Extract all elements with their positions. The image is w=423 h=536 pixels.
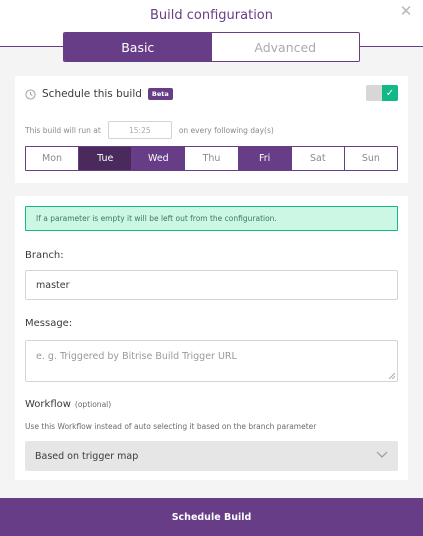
beta-badge: Beta [147, 88, 173, 100]
schedule-build-button[interactable]: Schedule Build [0, 498, 423, 536]
message-placeholder: e. g. Triggered by Bitrise Build Trigger… [36, 351, 237, 362]
workflow-hint: Use this Workflow instead of auto select… [25, 422, 317, 431]
workflow-selected-value: Based on trigger map [35, 450, 139, 462]
workflow-label-row: Workflow (optional) [25, 399, 111, 410]
run-suffix: on every following day(s) [178, 125, 274, 135]
day-sat[interactable]: Sat [291, 147, 345, 170]
dialog-title: Build configuration [150, 8, 273, 23]
message-input[interactable]: e. g. Triggered by Bitrise Build Trigger… [25, 340, 398, 382]
schedule-label: Schedule this build [42, 88, 142, 100]
resize-handle-icon[interactable] [389, 373, 395, 379]
clock-icon [25, 88, 36, 100]
workflow-optional: (optional) [74, 400, 112, 409]
schedule-card: Schedule this build Beta ✓ This build wi… [15, 76, 408, 183]
day-tue[interactable]: Tue [79, 147, 133, 170]
day-selector: Mon Tue Wed Thu Fri Sat Sun [25, 146, 398, 171]
day-sun[interactable]: Sun [344, 147, 397, 170]
day-mon[interactable]: Mon [26, 147, 80, 170]
time-input[interactable]: 15:25 [107, 121, 172, 139]
day-fri[interactable]: Fri [238, 147, 292, 170]
message-label: Message: [25, 318, 73, 329]
branch-label: Branch: [25, 250, 64, 261]
run-time-row: This build will run at 15:25 on every fo… [25, 121, 274, 139]
tab-bar: Basic Advanced [63, 32, 360, 62]
workflow-select[interactable]: Based on trigger map [25, 441, 398, 471]
check-icon: ✓ [382, 85, 398, 101]
schedule-row: Schedule this build Beta [25, 86, 173, 102]
chevron-down-icon [376, 451, 388, 458]
parameters-card: If a parameter is empty it will be left … [15, 196, 408, 480]
schedule-toggle[interactable]: ✓ [366, 85, 398, 101]
close-icon[interactable]: ✕ [399, 4, 413, 19]
day-wed[interactable]: Wed [132, 147, 186, 170]
branch-input[interactable]: master [25, 270, 398, 300]
tab-advanced[interactable]: Advanced [211, 33, 359, 61]
info-banner: If a parameter is empty it will be left … [25, 206, 398, 231]
run-prefix: This build will run at [25, 125, 101, 135]
tab-basic[interactable]: Basic [64, 33, 212, 61]
day-thu[interactable]: Thu [185, 147, 239, 170]
workflow-label: Workflow [25, 399, 71, 410]
